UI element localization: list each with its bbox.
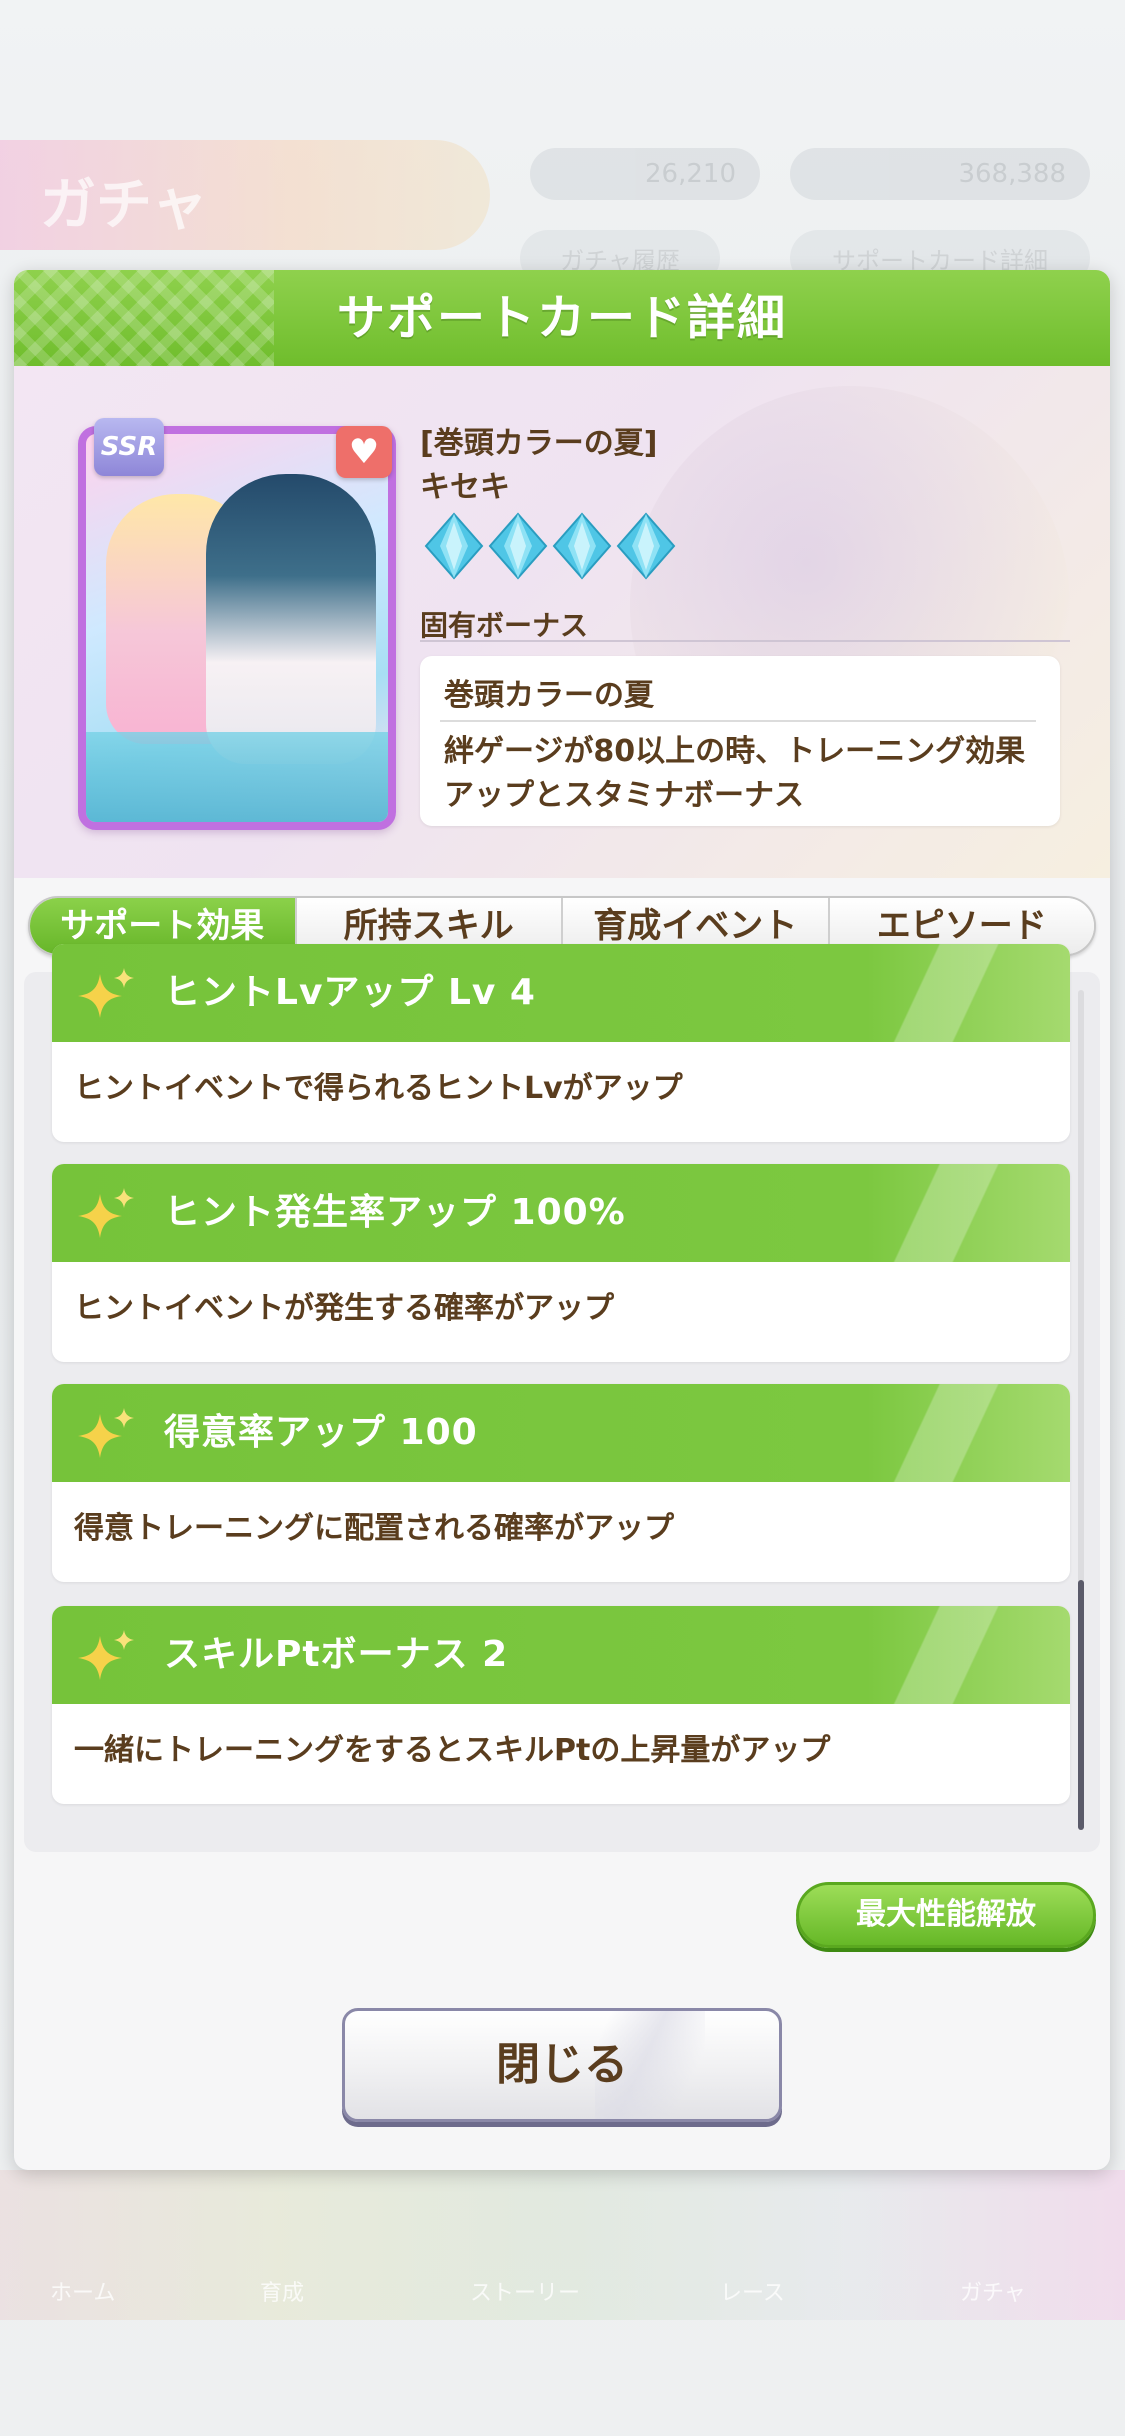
effect-title: ヒントLvアップ Lv 4 [164,972,536,1013]
dialog-title: サポートカード詳細 [336,290,787,346]
close-button-label: 閉じる [496,2039,628,2090]
support-card-detail-dialog: サポートカード詳細 SSR ♥ [巻頭カラーの夏] キセキ 固有ボーナス 巻頭カ… [14,270,1110,2170]
close-button[interactable]: 閉じる [342,2008,782,2122]
effect-header: ヒント発生率アップ 100% [52,1164,1070,1262]
card-title: [巻頭カラーの夏] [420,426,658,461]
effect-item: 得意率アップ 100 得意トレーニングに配置される確率がアップ [52,1384,1070,1582]
divider [440,720,1036,722]
effect-description: 得意トレーニングに配置される確率がアップ [74,1511,674,1546]
background-currency-2: 368,388 [790,148,1090,200]
card-character-name: キセキ [420,470,510,505]
sparkle-icon [78,1630,134,1680]
effect-header: ヒントLvアップ Lv 4 [52,944,1070,1042]
diamond-gem-icon [488,512,548,580]
background-footer-label: レース [720,2281,785,2306]
background-footer-label: ガチャ [960,2281,1026,2306]
diamond-gem-icon [616,512,676,580]
header-stripe [880,1384,1030,1482]
background-header-title: ガチャ [40,173,208,238]
sparkle-icon [78,968,134,1018]
unique-bonus-name: 巻頭カラーの夏 [444,678,654,713]
effect-item: ヒント発生率アップ 100% ヒントイベントが発生する確率がアップ [52,1164,1070,1362]
effect-item: スキルPtボーナス 2 一緒にトレーニングをするとスキルPtの上昇量がアップ [52,1606,1070,1804]
effect-description: ヒントイベントで得られるヒントLvがアップ [74,1071,683,1106]
unique-bonus-box: 巻頭カラーの夏 絆ゲージが80以上の時、トレーニング効果アップとスタミナボーナス [420,656,1060,826]
effect-description: ヒントイベントが発生する確率がアップ [74,1291,614,1326]
max-performance-button[interactable]: 最大性能解放 [796,1882,1096,1948]
effect-header: 得意率アップ 100 [52,1384,1070,1482]
background-footer-label: ストーリー [470,2281,581,2306]
dialog-header: サポートカード詳細 [14,270,1110,366]
heart-icon[interactable]: ♥ [336,426,392,478]
effect-description: 一緒にトレーニングをするとスキルPtの上昇量がアップ [74,1733,831,1768]
effect-item: ヒントLvアップ Lv 4 ヒントイベントで得られるヒントLvがアップ [52,944,1070,1142]
scrollbar-thumb[interactable] [1078,1580,1084,1830]
diamond-gem-icon [552,512,612,580]
background-footer-label: ホーム [50,2281,116,2306]
effect-title: 得意率アップ 100 [164,1412,478,1453]
card-character-right [206,474,376,764]
sparkle-icon [78,1188,134,1238]
unique-bonus-label: 固有ボーナス [420,609,589,642]
support-effects-list[interactable]: ヒントLvアップ Lv 4 ヒントイベントで得られるヒントLvがアップ ヒント発… [24,944,1100,1852]
header-stripe [880,1606,1030,1704]
sparkle-icon [78,1408,134,1458]
header-stripe [880,944,1030,1042]
support-card-image[interactable] [78,426,396,830]
rarity-badge: SSR [94,418,164,476]
divider [420,640,1070,642]
background-currency-1: 26,210 [530,148,760,200]
effect-title: ヒント発生率アップ 100% [164,1192,626,1233]
background-footer-label: 育成 [260,2281,305,2306]
unique-bonus-description: 絆ゲージが80以上の時、トレーニング効果アップとスタミナボーナス [444,734,1026,813]
card-sea [86,732,388,822]
diamond-gem-icon [424,512,484,580]
effect-header: スキルPtボーナス 2 [52,1606,1070,1704]
effect-title: スキルPtボーナス 2 [164,1634,509,1675]
header-stripe [880,1164,1030,1262]
limit-break-gems [424,512,676,582]
